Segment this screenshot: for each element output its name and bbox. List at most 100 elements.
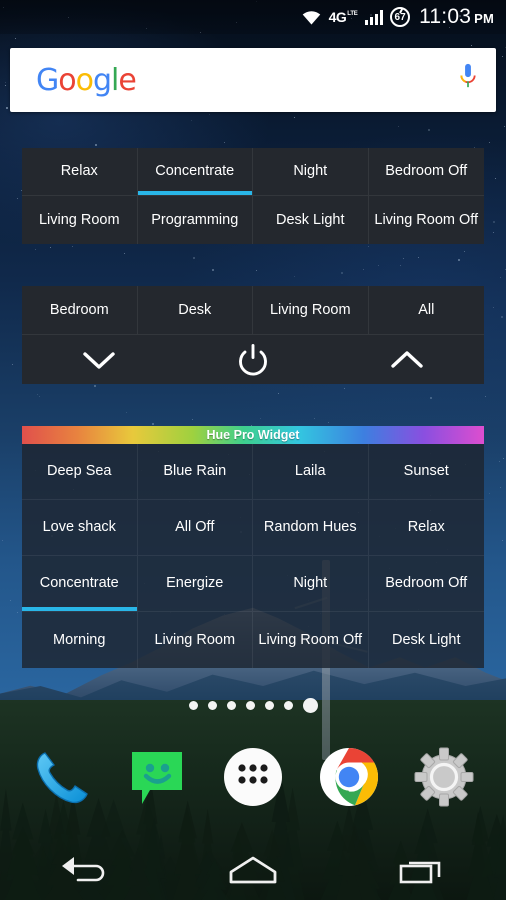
google-logo-letter: g (92, 62, 112, 98)
cell-label: Relax (60, 163, 98, 180)
page-dot-1[interactable] (188, 701, 198, 710)
dim-down-button[interactable] (22, 335, 176, 384)
hue-cell-desk-light[interactable]: Desk Light (369, 612, 485, 668)
cell-label: Desk Light (275, 211, 345, 228)
page-dot-6[interactable] (283, 701, 293, 710)
cell-label: Relax (407, 519, 445, 536)
wifi-icon (301, 9, 322, 25)
hue-cell-random-hues[interactable]: Random Hues (253, 500, 369, 556)
cell-label: Sunset (403, 463, 449, 480)
cell-label: Desk Light (391, 631, 461, 648)
cell-label: Bedroom Off (385, 575, 468, 592)
cell-label: Bedroom (49, 301, 109, 318)
hue-pro-grid: Deep Sea Blue Rain Laila Sunset Love shack Al… (22, 444, 484, 668)
hue-cell-living-room-off[interactable]: Living Room Off (253, 612, 369, 668)
hue-cell-sunset[interactable]: Sunset (368, 444, 484, 500)
clock-ampm: PM (474, 11, 494, 26)
cell-label: Night (293, 575, 328, 592)
rooms-control-row (22, 334, 484, 384)
hue-cell-night[interactable]: Night (253, 556, 369, 612)
cell-label: Night (293, 163, 328, 180)
battery-icon: 67 (390, 7, 411, 27)
hue-cell-blue-rain[interactable]: Blue Rain (137, 444, 253, 500)
cell-label: Energize (166, 575, 224, 592)
page-dot-7[interactable] (302, 698, 318, 713)
cell-label: Concentrate (39, 575, 119, 592)
settings-icon[interactable] (408, 741, 480, 813)
cell-label: Blue Rain (163, 463, 227, 480)
scene-cell-night[interactable]: Night (253, 148, 369, 196)
status-bar: 4G LTE 67 11:03 PM (0, 0, 506, 34)
hue-cell-laila[interactable]: Laila (253, 444, 369, 500)
network-label: 4G (328, 9, 347, 25)
rooms-tab-row: Bedroom Desk Living Room All (22, 286, 484, 334)
hue-cell-relax[interactable]: Relax (368, 500, 484, 556)
rooms-widget[interactable]: Bedroom Desk Living Room All (22, 286, 484, 384)
scene-cell-relax[interactable]: Relax (22, 148, 138, 196)
room-tab-bedroom[interactable]: Bedroom (22, 286, 138, 334)
brighten-up-button[interactable] (330, 335, 484, 384)
navigation-bar (0, 840, 506, 900)
cell-label: Living Room Off (258, 631, 363, 648)
hue-cell-deep-sea[interactable]: Deep Sea (22, 444, 138, 500)
hue-cell-love-shack[interactable]: Love shack (22, 500, 138, 556)
cell-label: Desk (178, 301, 212, 318)
clock-time: 11:03 (419, 5, 472, 28)
cell-label: Living Room Off (374, 211, 479, 228)
scene-cell-concentrate[interactable]: Concentrate (137, 148, 253, 196)
signal-bars-icon (364, 9, 384, 25)
messaging-icon[interactable] (121, 741, 193, 813)
cell-label: Deep Sea (47, 463, 112, 480)
network-type-icon: 4G LTE (329, 10, 358, 24)
room-tab-desk[interactable]: Desk (138, 286, 253, 334)
scene-cell-desk-light[interactable]: Desk Light (253, 196, 369, 244)
back-icon[interactable] (44, 846, 124, 894)
cell-label: All Off (175, 519, 215, 536)
scenes-widget[interactable]: Relax Concentrate Night Bedroom Off Living R… (22, 148, 484, 244)
power-icon (239, 343, 267, 375)
cell-label: Concentrate (155, 163, 235, 180)
scenes-grid: Relax Concentrate Night Bedroom Off Living R… (22, 148, 484, 244)
hue-cell-morning[interactable]: Morning (22, 612, 138, 668)
scene-cell-living-room-off[interactable]: Living Room Off (369, 196, 485, 244)
page-dot-5[interactable] (264, 701, 274, 710)
hue-cell-energize[interactable]: Energize (137, 556, 253, 612)
cell-label: Love shack (42, 519, 116, 536)
room-tab-living-room[interactable]: Living Room (253, 286, 369, 334)
google-logo: Google (36, 62, 137, 98)
cell-label: Programming (151, 211, 239, 228)
app-drawer-icon[interactable] (217, 741, 289, 813)
chevron-down-icon (83, 351, 115, 369)
scene-cell-living-room[interactable]: Living Room (22, 196, 138, 244)
google-logo-letter: G (36, 62, 59, 98)
room-tab-all[interactable]: All (369, 286, 485, 334)
scene-cell-programming[interactable]: Programming (138, 196, 253, 244)
cell-label: Living Room (38, 211, 120, 228)
hue-cell-all-off[interactable]: All Off (137, 500, 253, 556)
battery-level: 67 (394, 11, 406, 23)
cell-label: Living Room (269, 301, 351, 318)
recents-icon[interactable] (382, 846, 462, 894)
page-dot-3[interactable] (226, 701, 236, 710)
page-indicator[interactable] (0, 698, 506, 713)
google-search-bar[interactable]: Google (10, 48, 496, 112)
google-logo-letter: o (75, 62, 94, 98)
microphone-icon[interactable] (458, 61, 478, 100)
cell-label: Laila (294, 463, 326, 480)
hue-cell-concentrate[interactable]: Concentrate (22, 556, 138, 612)
home-icon[interactable] (213, 846, 293, 894)
page-dot-2[interactable] (207, 701, 217, 710)
hue-pro-widget[interactable]: Hue Pro Widget Deep Sea Blue Rain Laila Sun… (22, 426, 484, 668)
hue-pro-title: Hue Pro Widget (22, 426, 484, 444)
hue-cell-bedroom-off[interactable]: Bedroom Off (368, 556, 484, 612)
scene-cell-bedroom-off[interactable]: Bedroom Off (368, 148, 484, 196)
cell-label: Bedroom Off (385, 163, 468, 180)
hue-cell-living-room[interactable]: Living Room (138, 612, 253, 668)
power-toggle-button[interactable] (176, 335, 330, 384)
page-dot-4[interactable] (245, 701, 255, 710)
chrome-icon[interactable] (313, 741, 385, 813)
phone-icon[interactable] (26, 741, 98, 813)
cell-label: Living Room (154, 631, 236, 648)
dock (0, 732, 506, 822)
google-logo-letter: o (58, 62, 76, 98)
